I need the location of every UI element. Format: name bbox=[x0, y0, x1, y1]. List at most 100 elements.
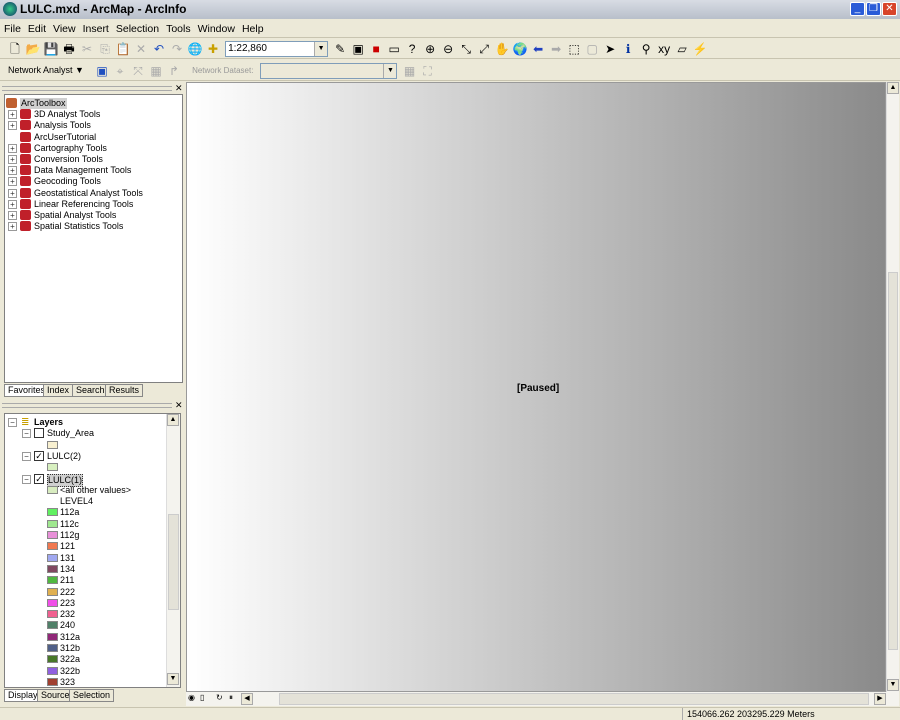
menu-selection[interactable]: Selection bbox=[112, 20, 162, 35]
command-line-icon[interactable]: ▭ bbox=[386, 41, 402, 57]
expand-icon[interactable]: + bbox=[8, 177, 17, 187]
toolbox-item[interactable]: + Spatial Analyst Tools bbox=[8, 210, 178, 221]
expand-icon[interactable]: + bbox=[8, 166, 17, 176]
layer-checkbox[interactable]: ✓ bbox=[34, 450, 44, 461]
expand-icon[interactable]: + bbox=[8, 222, 17, 232]
collapse-icon[interactable]: − bbox=[22, 474, 31, 484]
scroll-up-icon[interactable]: ▲ bbox=[167, 414, 179, 426]
arctoolbox-icon[interactable]: ■ bbox=[368, 41, 384, 57]
close-icon[interactable]: ✕ bbox=[175, 400, 183, 411]
toolbox-item[interactable]: ArcUserTutorial bbox=[8, 131, 178, 143]
zoom-out-icon[interactable]: ⊖ bbox=[440, 41, 456, 57]
tab-selection[interactable]: Selection bbox=[69, 689, 115, 702]
tab-search[interactable]: Search bbox=[72, 384, 109, 397]
toolbox-grip[interactable] bbox=[2, 86, 172, 91]
select-features-icon[interactable]: ⬚ bbox=[566, 41, 582, 57]
pan-icon[interactable]: ✋ bbox=[494, 41, 510, 57]
expand-icon[interactable]: + bbox=[8, 188, 17, 198]
toolbox-item[interactable]: + Data Management Tools bbox=[8, 165, 178, 176]
expand-icon[interactable]: + bbox=[8, 155, 17, 164]
network-window-icon[interactable]: ▣ bbox=[94, 63, 110, 79]
map-vertical-scrollbar[interactable]: ▲ ▼ bbox=[886, 82, 899, 692]
hyperlink-icon[interactable]: ⚡ bbox=[692, 41, 708, 57]
new-icon[interactable]: 🗋 bbox=[7, 41, 23, 57]
collapse-icon[interactable]: − bbox=[22, 429, 31, 439]
go-to-xy-icon[interactable]: xy bbox=[656, 41, 672, 57]
toc-grip[interactable] bbox=[2, 403, 172, 408]
tab-results[interactable]: Results bbox=[105, 384, 144, 397]
network-dataset-select[interactable]: ▼ bbox=[260, 63, 398, 79]
toolbox-item[interactable]: + Cartography Tools bbox=[8, 142, 178, 154]
undo-icon[interactable]: ↶ bbox=[151, 41, 167, 57]
scroll-up-icon[interactable]: ▲ bbox=[887, 82, 899, 94]
create-network-location-icon[interactable]: ⌖ bbox=[112, 63, 128, 79]
select-move-location-icon[interactable]: ⤧ bbox=[130, 63, 146, 79]
layer-checkbox[interactable] bbox=[34, 428, 44, 439]
scroll-down-icon[interactable]: ▼ bbox=[887, 679, 899, 691]
pause-icon[interactable]: ⏸ bbox=[229, 693, 233, 703]
catalog-icon[interactable]: ▣ bbox=[350, 41, 366, 57]
add-data-icon[interactable]: ✚ bbox=[205, 41, 221, 57]
data-view-icon[interactable]: ◉ bbox=[188, 693, 195, 702]
measure-icon[interactable]: ⏥ bbox=[674, 41, 690, 57]
toc-scrollbar[interactable]: ▲ ▼ bbox=[166, 414, 180, 687]
back-icon[interactable]: ⬅ bbox=[530, 41, 546, 57]
toolbox-item[interactable]: +3D Analyst Tools bbox=[8, 109, 178, 120]
cut-icon[interactable]: ✂ bbox=[79, 41, 95, 57]
toc-layer[interactable]: − ✓ LULC(2) bbox=[22, 450, 162, 462]
menu-insert[interactable]: Insert bbox=[79, 20, 112, 35]
fixed-zoom-in-icon[interactable]: ⤡ bbox=[458, 41, 474, 57]
expand-icon[interactable]: + bbox=[8, 211, 17, 220]
menu-tools[interactable]: Tools bbox=[162, 20, 194, 35]
save-icon[interactable]: 💾 bbox=[43, 41, 59, 57]
toolbox-item[interactable]: + Analysis Tools bbox=[8, 120, 178, 131]
editor-icon[interactable]: ✎ bbox=[332, 41, 348, 57]
tab-display[interactable]: Display bbox=[4, 689, 42, 702]
fixed-zoom-out-icon[interactable]: ⤢ bbox=[476, 41, 492, 57]
paste-icon[interactable]: 📋 bbox=[115, 41, 131, 57]
scroll-right-icon[interactable]: ▶ bbox=[874, 693, 886, 705]
toc-layer[interactable]: − Study_Area bbox=[22, 428, 162, 439]
globe-icon[interactable]: 🌐 bbox=[187, 41, 203, 57]
find-icon[interactable]: ⚲ bbox=[638, 41, 654, 57]
directions-icon[interactable]: ↱ bbox=[166, 63, 182, 79]
scroll-left-icon[interactable]: ◀ bbox=[241, 693, 253, 705]
scroll-down-icon[interactable]: ▼ bbox=[167, 673, 179, 685]
identify-icon[interactable]: ℹ bbox=[620, 41, 636, 57]
menu-window[interactable]: Window bbox=[194, 20, 238, 35]
toolbox-item[interactable]: + Linear Referencing Tools bbox=[8, 198, 178, 210]
build-network-icon[interactable]: ▦ bbox=[402, 63, 418, 79]
collapse-icon[interactable]: − bbox=[22, 451, 31, 461]
print-icon[interactable]: 🖶 bbox=[61, 41, 77, 57]
tab-index[interactable]: Index bbox=[43, 384, 74, 397]
scroll-thumb[interactable] bbox=[888, 272, 898, 650]
network-analyst-menu[interactable]: Network Analyst ▼ bbox=[6, 61, 90, 75]
network-properties-icon[interactable]: ⛶ bbox=[420, 63, 436, 79]
layer-checkbox[interactable]: ✓ bbox=[34, 473, 44, 484]
menu-edit[interactable]: Edit bbox=[24, 20, 49, 35]
horizontal-scroll-thumb[interactable] bbox=[279, 693, 869, 705]
redo-icon[interactable]: ↷ bbox=[169, 41, 185, 57]
whats-this-icon[interactable]: ? bbox=[404, 41, 420, 57]
copy-icon[interactable]: ⎘ bbox=[97, 41, 113, 57]
zoom-in-icon[interactable]: ⊕ bbox=[422, 41, 438, 57]
close-button[interactable]: ✕ bbox=[882, 2, 897, 16]
full-extent-icon[interactable]: 🌍 bbox=[512, 41, 528, 57]
toc-layer[interactable]: − ✓ LULC(1) bbox=[22, 473, 162, 487]
expand-icon[interactable]: + bbox=[8, 143, 17, 153]
minimize-button[interactable]: _ bbox=[850, 2, 865, 16]
menu-view[interactable]: View bbox=[49, 20, 79, 35]
toolbox-item[interactable]: + Conversion Tools bbox=[8, 154, 178, 165]
toolbox-item[interactable]: + Spatial Statistics Tools bbox=[8, 221, 178, 232]
expand-icon[interactable]: + bbox=[8, 121, 17, 131]
layout-view-icon[interactable]: ▯ bbox=[200, 693, 204, 702]
open-icon[interactable]: 📂 bbox=[25, 41, 41, 57]
menu-help[interactable]: Help bbox=[238, 20, 267, 35]
close-icon[interactable]: ✕ bbox=[175, 83, 183, 94]
expand-icon[interactable]: + bbox=[8, 110, 17, 120]
toolbox-item[interactable]: + Geocoding Tools bbox=[8, 176, 178, 187]
scale-select[interactable]: 1:22,860 ▼ bbox=[225, 41, 329, 57]
select-elements-icon[interactable]: ➤ bbox=[602, 41, 618, 57]
scroll-thumb[interactable] bbox=[168, 514, 179, 610]
toc-root[interactable]: − ≣ Layers bbox=[8, 417, 108, 428]
